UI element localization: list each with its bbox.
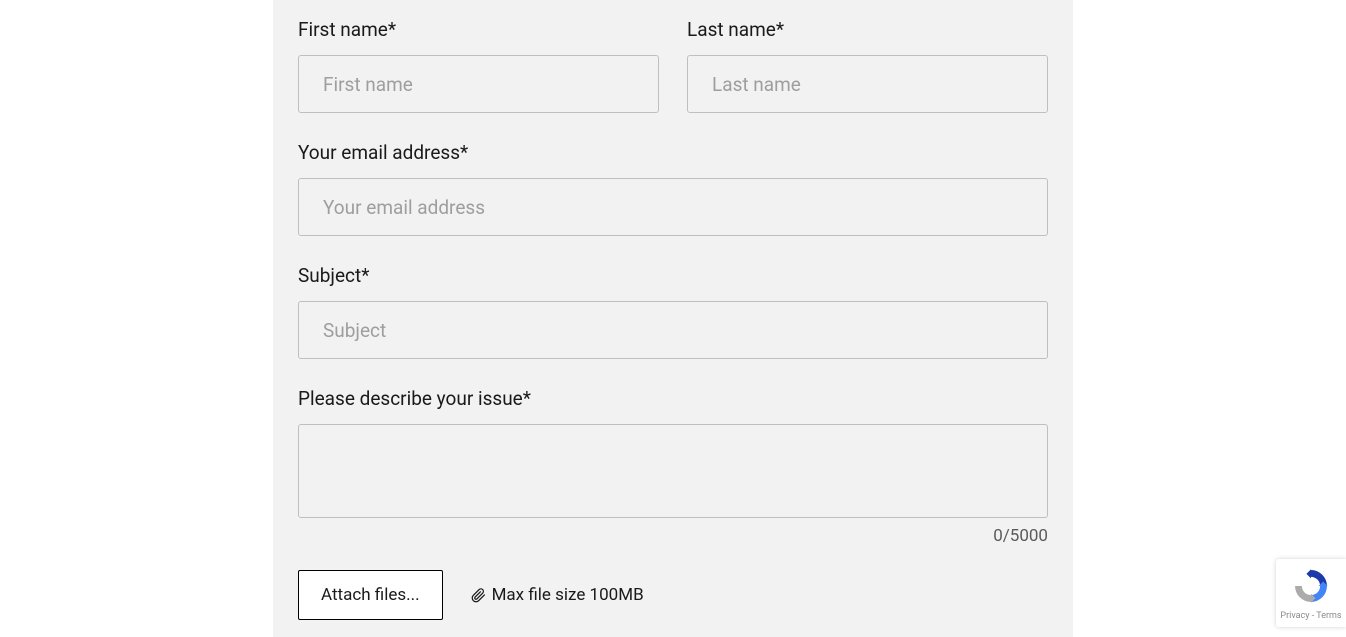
- email-group: Your email address*: [298, 141, 1048, 236]
- recaptcha-terms-link[interactable]: Terms: [1316, 611, 1341, 621]
- recaptcha-badge[interactable]: Privacy - Terms: [1276, 559, 1346, 627]
- name-row: First name* Last name*: [298, 18, 1048, 113]
- last-name-group: Last name*: [687, 18, 1048, 113]
- file-size-info: Max file size 100MB: [471, 585, 644, 605]
- first-name-label: First name*: [298, 18, 659, 41]
- first-name-input[interactable]: [298, 55, 659, 113]
- recaptcha-logo-icon: [1292, 567, 1330, 609]
- recaptcha-privacy-link[interactable]: Privacy: [1280, 611, 1309, 621]
- recaptcha-links: Privacy - Terms: [1280, 611, 1341, 621]
- attach-row: Attach files... Max file size 100MB: [298, 570, 1048, 620]
- last-name-label: Last name*: [687, 18, 1048, 41]
- description-group: Please describe your issue*: [298, 387, 1048, 522]
- subject-label: Subject*: [298, 264, 1048, 287]
- last-name-input[interactable]: [687, 55, 1048, 113]
- description-textarea[interactable]: [298, 424, 1048, 518]
- email-input[interactable]: [298, 178, 1048, 236]
- file-size-text: Max file size 100MB: [492, 585, 644, 605]
- description-label: Please describe your issue*: [298, 387, 1048, 410]
- subject-group: Subject*: [298, 264, 1048, 359]
- email-label: Your email address*: [298, 141, 1048, 164]
- attach-files-button[interactable]: Attach files...: [298, 570, 443, 620]
- first-name-group: First name*: [298, 18, 659, 113]
- char-counter: 0/5000: [298, 526, 1048, 546]
- contact-form-container: First name* Last name* Your email addres…: [273, 0, 1073, 637]
- paperclip-icon: [471, 588, 486, 603]
- subject-input[interactable]: [298, 301, 1048, 359]
